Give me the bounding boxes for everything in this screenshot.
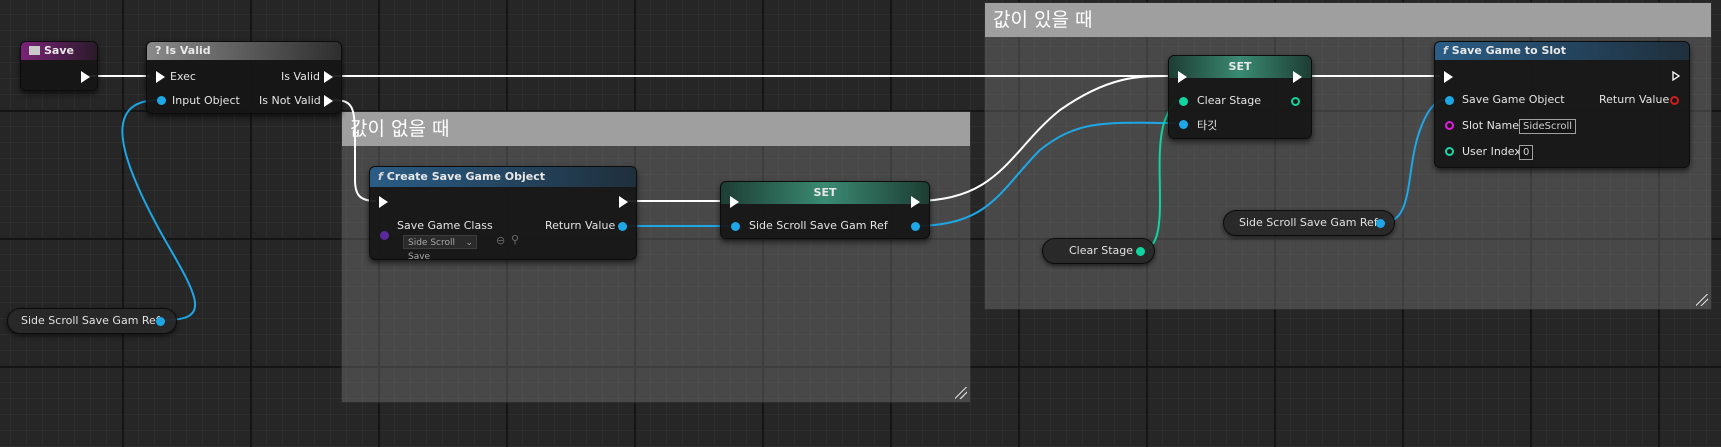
getter-label: Side Scroll Save Gam Ref: [1239, 216, 1378, 229]
is-not-valid-label: Is Not Valid: [259, 94, 321, 107]
clear-stage-in-pin[interactable]: [1179, 97, 1188, 106]
exec-in-pin[interactable]: [730, 196, 739, 208]
clear-stage-out-pin[interactable]: [1291, 97, 1300, 106]
slot-name-label: Slot Name: [1462, 119, 1520, 132]
node-header[interactable]: f Create Save Game Object: [370, 167, 636, 187]
set-clear-stage-node[interactable]: SET Clear Stage 타깃: [1168, 55, 1312, 139]
create-save-game-object-node[interactable]: f Create Save Game Object Save Game Class…: [369, 166, 637, 262]
is-not-valid-exec-out-pin[interactable]: [324, 95, 333, 107]
node-title: SET: [1228, 60, 1252, 73]
question-icon: ?: [155, 44, 162, 57]
exec-in-pin[interactable]: [1178, 71, 1187, 83]
save-game-class-select[interactable]: Side Scroll Save ⌄: [403, 235, 477, 262]
getter-label: Clear Stage: [1069, 244, 1134, 257]
save-game-object-label: Save Game Object: [1462, 93, 1565, 106]
set-save-game-ref-node[interactable]: SET Side Scroll Save Gam Ref: [720, 181, 930, 239]
save-game-ref-label: Side Scroll Save Gam Ref: [749, 219, 888, 232]
clear-stage-getter[interactable]: Clear Stage: [1042, 238, 1155, 264]
node-header[interactable]: Save: [21, 42, 97, 60]
is-valid-label: Is Valid: [281, 70, 320, 83]
return-value-label: Return Value: [1599, 93, 1670, 106]
save-game-ref-getter-left[interactable]: Side Scroll Save Gam Ref: [7, 308, 177, 334]
slot-name-pin[interactable]: [1445, 121, 1454, 130]
exec-in-pin[interactable]: [156, 71, 165, 83]
return-value-pin[interactable]: [618, 222, 627, 231]
slot-name-input[interactable]: SideScroll: [1519, 119, 1577, 134]
clear-stage-label: Clear Stage: [1197, 94, 1262, 107]
object-wire: [914, 121, 1177, 227]
return-value-pin[interactable]: [1670, 96, 1679, 105]
getter-out-pin[interactable]: [1376, 219, 1385, 228]
is-valid-exec-out-pin[interactable]: [324, 71, 333, 83]
return-value-label: Return Value: [545, 219, 616, 232]
user-index-pin[interactable]: [1445, 147, 1454, 156]
user-index-input[interactable]: 0: [1519, 145, 1534, 160]
class-select-value: Side Scroll Save: [408, 238, 455, 262]
exec-out-pin[interactable]: [1672, 71, 1680, 81]
function-icon: f: [378, 170, 383, 183]
exec-in-pin[interactable]: [1444, 71, 1453, 83]
target-label: 타깃: [1197, 119, 1218, 132]
getter-out-pin[interactable]: [1136, 247, 1145, 256]
node-header[interactable]: f Save Game to Slot: [1435, 42, 1689, 60]
node-title: Save Game to Slot: [1451, 44, 1566, 57]
node-title: Save: [44, 44, 74, 57]
target-pin[interactable]: [1179, 120, 1188, 129]
is-valid-node[interactable]: ? Is Valid Exec Is Valid Input Object Is …: [146, 41, 342, 114]
getter-out-pin[interactable]: [156, 317, 165, 326]
exec-out-pin[interactable]: [81, 71, 90, 83]
search-icon[interactable]: ⚲: [511, 233, 519, 246]
save-event-node[interactable]: Save: [20, 41, 98, 91]
exec-out-pin[interactable]: [1293, 71, 1302, 83]
exec-out-pin[interactable]: [619, 196, 628, 208]
save-game-class-pin[interactable]: [380, 231, 389, 240]
node-header[interactable]: ? Is Valid: [147, 42, 341, 60]
function-icon: f: [1443, 44, 1448, 57]
exec-label: Exec: [170, 70, 196, 83]
node-header[interactable]: SET: [1169, 56, 1311, 78]
use-selected-icon[interactable]: ⊖: [496, 234, 505, 247]
save-game-ref-out-pin[interactable]: [911, 222, 920, 231]
exec-out-pin[interactable]: [911, 196, 920, 208]
save-game-object-pin[interactable]: [1445, 96, 1454, 105]
event-icon: [29, 46, 40, 55]
input-object-pin[interactable]: [157, 96, 166, 105]
save-game-ref-getter-right[interactable]: Side Scroll Save Gam Ref: [1223, 210, 1395, 236]
getter-label: Side Scroll Save Gam Ref: [21, 314, 160, 327]
node-title: SET: [813, 186, 837, 199]
save-game-class-label: Save Game Class: [397, 219, 493, 232]
save-game-to-slot-node[interactable]: f Save Game to Slot Save Game Object Retu…: [1434, 41, 1690, 168]
exec-in-pin[interactable]: [379, 196, 388, 208]
user-index-label: User Index: [1462, 145, 1521, 158]
object-wire: [121, 99, 196, 321]
exec-wire: [914, 74, 1173, 202]
node-title: Is Valid: [165, 44, 211, 57]
chevron-down-icon: ⌄: [465, 238, 473, 248]
node-title: Create Save Game Object: [386, 170, 545, 183]
input-object-label: Input Object: [172, 94, 240, 107]
node-header[interactable]: SET: [721, 182, 929, 204]
save-game-ref-in-pin[interactable]: [731, 222, 740, 231]
